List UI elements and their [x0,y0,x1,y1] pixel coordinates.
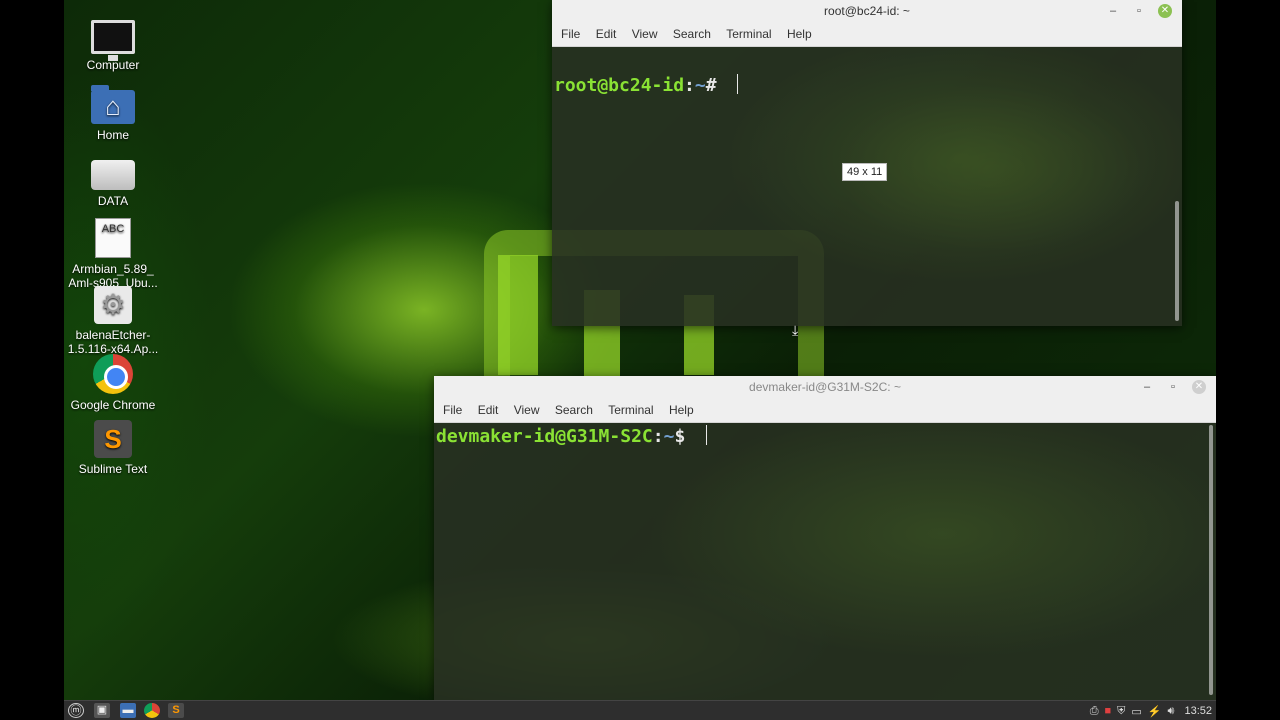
prompt-separator: : [684,75,695,96]
desktop-icon-balenaetcher[interactable]: ⚙ balenaEtcher- 1.5.116-x64.Ap... [58,286,168,356]
document-icon: ABC [95,218,131,258]
desktop-icon-chrome[interactable]: Google Chrome [58,354,168,412]
minimize-icon[interactable]: – [1136,376,1158,398]
prompt-user: root@bc24-id [554,75,685,96]
desktop-icon-armbian[interactable]: ABC Armbian_5.89_ Aml-s905_Ubu... [58,218,168,290]
shield-icon[interactable]: ⛨ [1117,705,1125,718]
scrollbar[interactable] [1175,201,1179,321]
clock[interactable]: 13:52 [1184,705,1212,717]
record-icon[interactable]: ■ [1105,705,1112,717]
menu-edit[interactable]: Edit [590,22,623,47]
menu-file[interactable]: File [555,22,586,47]
desktop-icon-data[interactable]: DATA [58,150,168,208]
scrollbar[interactable] [1209,425,1213,695]
maximize-icon[interactable]: ▫ [1162,376,1184,398]
prompt-path: ~ [663,426,675,447]
menubar: File Edit View Search Terminal Help [434,398,1216,423]
desktop-icon-computer[interactable]: Computer [58,12,168,72]
volume-icon[interactable]: 🔊︎ [1168,705,1175,718]
executable-icon: ⚙ [94,286,132,324]
prompt-separator: : [652,426,664,447]
menu-search[interactable]: Search [549,398,599,423]
prompt-symbol: # [705,75,728,96]
menu-edit[interactable]: Edit [472,398,505,423]
prompt-path: ~ [694,75,706,96]
desktop-icon-label: Sublime Text [78,462,148,476]
shell-prompt: root@bc24-id:~# [554,74,739,96]
close-icon[interactable]: ✕ [1158,4,1172,18]
menu-view[interactable]: View [626,22,664,47]
menu-file[interactable]: File [437,398,468,423]
desktop-icon-label: Armbian_5.89_ [72,262,154,276]
menubar: File Edit View Search Terminal Help [552,22,1182,47]
text-cursor [737,74,739,94]
resize-cursor-icon: ⤓ [792,322,799,338]
terminal-window-root[interactable]: root@bc24-id: ~ – ▫ ✕ File Edit View Sea… [552,0,1182,326]
menu-help[interactable]: Help [781,22,818,47]
menu-help[interactable]: Help [663,398,700,423]
terminal-window-dev[interactable]: devmaker-id@G31M-S2C: ~ – ▫ ✕ File Edit … [434,376,1216,700]
desktop-icon-sublime[interactable]: S Sublime Text [58,420,168,476]
terminal-output[interactable]: root@bc24-id:~# 49 x 11 [552,47,1182,326]
prompt-user: devmaker-id@G31M-S2C [436,426,653,447]
shell-prompt: devmaker-id@G31M-S2C:~$ [436,425,708,447]
window-title: devmaker-id@G31M-S2C: ~ [749,380,901,394]
terminal-output[interactable]: devmaker-id@G31M-S2C:~$ [434,423,1216,700]
window-titlebar[interactable]: root@bc24-id: ~ – ▫ ✕ [552,0,1182,22]
terminal-launcher-icon[interactable]: ▣ [94,703,110,718]
chrome-launcher-icon[interactable] [144,703,160,718]
menu-view[interactable]: View [508,398,546,423]
prompt-symbol: $ [674,426,697,447]
printer-icon[interactable]: ⎙ [1090,705,1099,718]
window-titlebar[interactable]: devmaker-id@G31M-S2C: ~ – ▫ ✕ [434,376,1216,398]
home-folder-icon [91,85,135,124]
sublime-launcher-icon[interactable]: S [168,703,184,718]
network-icon[interactable]: ⚡ [1148,705,1162,718]
menu-terminal[interactable]: Terminal [602,398,659,423]
drive-icon [91,160,135,190]
wallpaper-logo-bar [498,255,538,375]
taskbar: ⓜ ▣ ▬ S ⎙ ■ ⛨ ▭ ⚡ 🔊︎ 13:52 [64,700,1216,720]
system-tray: ⎙ ■ ⛨ ▭ ⚡ 🔊︎ 13:52 [1090,701,1216,720]
window-title: root@bc24-id: ~ [824,4,910,18]
computer-icon [91,20,135,61]
size-tooltip: 49 x 11 [842,163,888,181]
minimize-icon[interactable]: – [1102,0,1124,22]
chrome-icon [93,354,133,394]
maximize-icon[interactable]: ▫ [1128,0,1150,22]
close-icon[interactable]: ✕ [1192,380,1206,394]
keyboard-icon[interactable]: ▭ [1131,705,1141,718]
menu-mint-icon[interactable]: ⓜ [68,703,84,718]
menu-terminal[interactable]: Terminal [720,22,777,47]
desktop-icon-home[interactable]: Home [58,84,168,142]
desktop-icon-label: DATA [97,194,129,208]
sublime-text-icon: S [94,420,132,458]
files-launcher-icon[interactable]: ▬ [120,703,136,718]
desktop-icon-label: Google Chrome [70,398,156,412]
desktop-icon-label: balenaEtcher- [75,328,151,342]
menu-search[interactable]: Search [667,22,717,47]
desktop-icon-label: Home [96,128,129,142]
text-cursor [706,425,708,445]
